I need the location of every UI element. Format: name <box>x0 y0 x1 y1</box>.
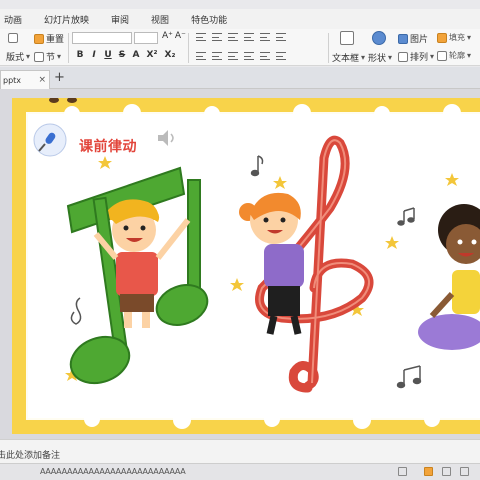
align-center-icon[interactable] <box>212 52 222 60</box>
notes-placeholder: 单击此处添加备注 <box>0 451 61 461</box>
menu-special-features[interactable]: 特色功能 <box>183 13 241 26</box>
notes-pane[interactable]: 单击此处添加备注 <box>0 439 480 463</box>
normal-view-icon[interactable] <box>424 467 433 476</box>
menu-animation[interactable]: 动画 <box>0 13 36 26</box>
arrange-button[interactable]: 排列 ▾ <box>398 50 434 63</box>
outline-label: 轮廓 <box>449 51 465 60</box>
font-size-select[interactable] <box>134 32 158 44</box>
columns-icon[interactable] <box>276 52 286 60</box>
document-tab-title: pptx <box>3 75 22 85</box>
distribute-icon[interactable] <box>260 52 270 60</box>
fill-label: 填充 <box>449 33 465 42</box>
shrink-font-icon[interactable]: A⁻ <box>175 31 186 41</box>
underline-button[interactable]: U <box>102 50 114 60</box>
reset-icon <box>34 33 44 44</box>
close-icon[interactable]: × <box>38 75 46 85</box>
slide-left-border <box>12 98 26 434</box>
arrange-label: 排列 <box>410 53 429 63</box>
chevron-down-icon: ▾ <box>467 51 472 60</box>
new-slide-icon[interactable] <box>8 33 18 43</box>
font-family-select[interactable] <box>72 32 132 44</box>
menu-review[interactable]: 审阅 <box>103 13 143 26</box>
fill-icon <box>437 32 447 43</box>
decrease-indent-icon[interactable] <box>228 33 238 41</box>
outline-icon <box>437 50 447 61</box>
status-text: AAAAAAAAAAAAAAAAAAAAAAAAAAA <box>40 467 186 476</box>
subscript-button[interactable]: X₂ <box>162 50 178 60</box>
line-spacing-icon[interactable] <box>260 33 270 41</box>
slide-top-border <box>12 98 480 112</box>
chevron-down-icon: ▾ <box>57 52 62 61</box>
fill-button[interactable]: 填充 ▾ <box>437 32 471 43</box>
bold-button[interactable]: B <box>74 50 86 60</box>
ribbon-divider <box>328 33 329 63</box>
microphone-icon <box>33 123 67 157</box>
textbox-icon[interactable] <box>340 31 354 45</box>
superscript-button[interactable]: X² <box>144 50 160 60</box>
comment-icon[interactable] <box>398 467 407 476</box>
ribbon-toolbar: 重置 版式 ▾ 节 ▾ A⁺ A⁻ B I U S A X² X₂ 文本框 ▾ … <box>0 29 480 66</box>
chevron-down-icon: ▾ <box>388 53 393 62</box>
align-left-icon[interactable] <box>196 52 206 60</box>
slide-workspace: 课前律动 <box>0 89 480 439</box>
shape-icon[interactable] <box>372 31 386 45</box>
layout-label: 版式 <box>6 53 25 63</box>
shape-label: 形状 <box>368 54 387 64</box>
menu-view[interactable]: 视图 <box>143 13 183 26</box>
textbox-button[interactable]: 文本框 ▾ <box>332 51 365 64</box>
bullet-list-icon[interactable] <box>196 33 206 41</box>
slide-bottom-border <box>12 420 480 434</box>
chevron-down-icon: ▾ <box>430 52 435 61</box>
menu-slideshow[interactable]: 幻灯片放映 <box>36 13 103 26</box>
slide-canvas[interactable]: 课前律动 <box>12 98 480 434</box>
shape-button[interactable]: 形状 ▾ <box>368 51 392 64</box>
outline-button[interactable]: 轮廓 ▾ <box>437 50 471 61</box>
reading-view-icon[interactable] <box>460 467 469 476</box>
status-bar: AAAAAAAAAAAAAAAAAAAAAAAAAAA <box>0 463 480 480</box>
ribbon-divider <box>68 33 69 63</box>
ribbon-divider <box>188 33 189 63</box>
section-label: 节 <box>46 53 56 63</box>
picture-icon <box>398 33 408 44</box>
numbered-list-icon[interactable] <box>212 33 222 41</box>
wps-presentation-window: 动画 幻灯片放映 审阅 视图 特色功能 重置 版式 ▾ 节 ▾ A⁺ A⁻ B … <box>0 0 480 480</box>
slide-title[interactable]: 课前律动 <box>79 136 137 156</box>
textbox-label: 文本框 <box>332 54 360 64</box>
chevron-down-icon: ▾ <box>361 53 366 62</box>
grow-font-icon[interactable]: A⁺ <box>162 31 173 41</box>
chevron-down-icon: ▾ <box>467 33 472 42</box>
new-tab-button[interactable]: + <box>54 70 65 85</box>
strikethrough-button[interactable]: S <box>116 50 128 60</box>
arrange-icon <box>398 51 408 62</box>
menu-bar: 动画 幻灯片放映 审阅 视图 特色功能 <box>0 9 480 29</box>
align-right-icon[interactable] <box>228 52 238 60</box>
layout-button[interactable]: 版式 ▾ <box>6 50 30 63</box>
document-tab[interactable]: pptx × <box>0 70 50 89</box>
section-icon <box>34 51 44 62</box>
reset-button[interactable]: 重置 <box>34 32 64 45</box>
slide-sorter-icon[interactable] <box>442 467 451 476</box>
document-tab-bar: pptx × + <box>0 67 480 89</box>
font-color-button[interactable]: A <box>130 50 142 60</box>
text-direction-icon[interactable] <box>276 33 286 41</box>
reset-label: 重置 <box>46 35 65 45</box>
picture-button[interactable]: 图片 <box>398 32 428 45</box>
italic-button[interactable]: I <box>88 50 100 60</box>
section-button[interactable]: 节 ▾ <box>34 50 61 63</box>
picture-label: 图片 <box>410 35 429 45</box>
chevron-down-icon: ▾ <box>26 52 31 61</box>
increase-indent-icon[interactable] <box>244 33 254 41</box>
justify-icon[interactable] <box>244 52 254 60</box>
